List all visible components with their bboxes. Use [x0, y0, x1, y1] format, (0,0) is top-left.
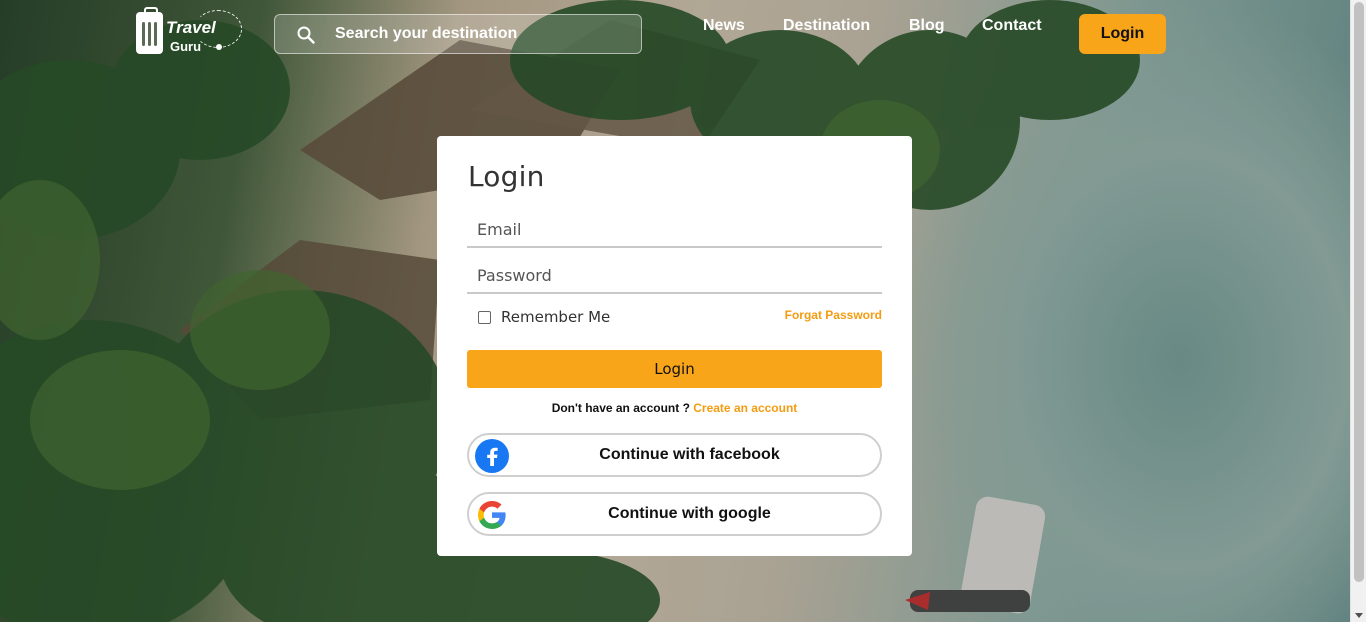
search-bar[interactable] — [274, 14, 642, 54]
signup-prompt: Don't have an account ? Create an accoun… — [437, 401, 912, 415]
logo-text-guru: Guru — [170, 39, 202, 54]
nav-blog[interactable]: Blog — [909, 17, 945, 35]
facebook-login-label: Continue with facebook — [599, 446, 780, 463]
remember-me-label: Remember Me — [501, 308, 611, 326]
logo-text-travel: Travel — [166, 18, 216, 37]
login-submit-button[interactable]: Login — [467, 350, 882, 388]
nav-news[interactable]: News — [703, 17, 745, 35]
login-card: Login Remember Me Forgat Password Login … — [437, 136, 912, 556]
remember-me-checkbox[interactable] — [478, 310, 491, 324]
search-input[interactable] — [335, 15, 625, 53]
google-login-button[interactable]: Continue with google — [467, 492, 882, 536]
remember-me[interactable]: Remember Me — [468, 308, 610, 326]
create-account-link[interactable]: Create an account — [693, 401, 797, 415]
google-icon — [478, 501, 506, 529]
site-logo[interactable]: Travel Guru — [134, 7, 246, 60]
scroll-thumb[interactable] — [1354, 2, 1364, 582]
suitcase-icon — [136, 7, 163, 54]
facebook-icon — [475, 439, 509, 473]
scroll-down-arrow-icon[interactable] — [1355, 613, 1363, 618]
google-login-label: Continue with google — [608, 505, 771, 522]
header-login-button[interactable]: Login — [1079, 14, 1166, 54]
password-field[interactable] — [467, 258, 882, 294]
nav-contact[interactable]: Contact — [982, 17, 1042, 35]
email-field[interactable] — [467, 212, 882, 248]
nav-destination[interactable]: Destination — [783, 17, 870, 35]
signup-prompt-text: Don't have an account ? — [551, 401, 690, 415]
forgot-password-link[interactable]: Forgat Password — [785, 308, 882, 322]
login-title: Login — [468, 160, 545, 193]
scrollbar[interactable] — [1350, 0, 1366, 622]
facebook-login-button[interactable]: Continue with facebook — [467, 433, 882, 477]
search-icon — [297, 26, 315, 44]
